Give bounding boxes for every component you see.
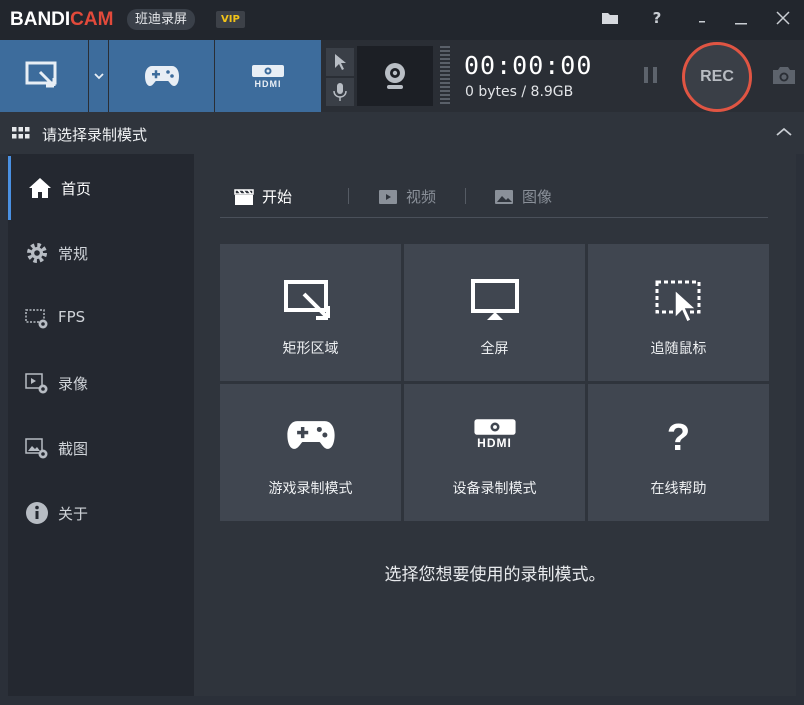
vip-badge[interactable]: VIP: [216, 11, 245, 28]
chevron-down-icon: [93, 73, 104, 80]
picture-icon: [495, 189, 513, 204]
section-title: 请选择录制模式: [42, 126, 148, 144]
hdmi-label: HDMI: [254, 78, 282, 89]
tile-label: 设备录制模式: [452, 481, 537, 497]
tab-start[interactable]: 开始: [234, 186, 292, 207]
fps-icon: [25, 306, 49, 330]
video-settings-icon: [25, 371, 49, 395]
hdmi-icon: HDMI: [471, 418, 519, 450]
tab-label: 图像: [522, 188, 553, 206]
device-mode-button[interactable]: HDMI: [215, 40, 321, 112]
microphone-toggle-button[interactable]: [326, 78, 354, 106]
pause-icon: [644, 67, 657, 83]
mode-grid: 矩形区域 全屏 追随鼠标 游戏录制模式 HDMI 设备录制模式 ? 在线帮助: [220, 244, 769, 521]
mode-dropdown-button[interactable]: [89, 40, 108, 112]
app-logo: BANDICAM: [10, 9, 114, 30]
tile-label: 游戏录制模式: [268, 481, 353, 497]
hdmi-icon-label: HDMI: [477, 436, 512, 450]
gamepad-icon: [286, 421, 335, 449]
sidebar-item-video[interactable]: 录像: [8, 351, 194, 415]
help-icon[interactable]: ?: [645, 6, 669, 30]
sidebar-item-label: 常规: [58, 245, 89, 263]
info-icon: [25, 501, 49, 525]
sidebar-item-screenshot[interactable]: 截图: [8, 416, 194, 480]
tile-device-mode[interactable]: HDMI 设备录制模式: [404, 384, 585, 521]
tile-rectangle-area[interactable]: 矩形区域: [220, 244, 401, 381]
title-bar: BANDICAM 班迪录屏 VIP ?: [0, 0, 804, 40]
sidebar-item-general[interactable]: 常规: [8, 221, 194, 285]
tile-label: 全屏: [480, 341, 509, 357]
tab-bar: 开始 视频 图像: [220, 182, 768, 218]
gear-icon: [25, 241, 49, 265]
tab-divider: [348, 188, 349, 204]
tile-label: 矩形区域: [282, 341, 339, 357]
minimize-icon[interactable]: [729, 6, 753, 30]
tile-fullscreen[interactable]: 全屏: [404, 244, 585, 381]
rectangle-mode-button[interactable]: [0, 40, 88, 112]
gamepad-icon: [144, 66, 179, 86]
monitor-icon: [470, 279, 519, 320]
cursor-toggle-button[interactable]: [326, 48, 354, 76]
pause-button[interactable]: [641, 66, 661, 84]
rectangle-area-icon: [25, 61, 57, 88]
sidebar: 首页 常规 FPS 录像 截图 关于: [8, 154, 194, 696]
tab-video[interactable]: 视频: [378, 186, 436, 207]
sidebar-item-about[interactable]: 关于: [8, 481, 194, 545]
tab-image[interactable]: 图像: [494, 186, 552, 207]
level-meter: [440, 46, 450, 106]
tile-follow-cursor[interactable]: 追随鼠标: [588, 244, 769, 381]
home-icon: [28, 176, 52, 200]
camera-icon: [773, 67, 795, 84]
close-icon[interactable]: [771, 6, 795, 30]
rectangle-area-icon: [283, 280, 330, 320]
tile-game-mode[interactable]: 游戏录制模式: [220, 384, 401, 521]
recording-size: 0 bytes / 8.9GB: [465, 84, 574, 100]
screenshot-button[interactable]: [771, 64, 797, 86]
hdmi-icon: [252, 64, 284, 77]
sidebar-item-label: 首页: [61, 180, 92, 198]
sidebar-item-fps[interactable]: FPS: [8, 286, 194, 350]
question-icon: ?: [666, 417, 691, 459]
window-bottom-edge: [0, 696, 804, 705]
mode-hint-text: 选择您想要使用的录制模式。: [384, 565, 606, 585]
sidebar-item-label: FPS: [58, 308, 86, 326]
tab-label: 视频: [406, 188, 437, 206]
webcam-toggle-button[interactable]: [357, 46, 433, 106]
rec-button[interactable]: REC: [682, 42, 752, 112]
clapper-icon: [234, 188, 254, 205]
product-name-badge: 班迪录屏: [127, 9, 196, 30]
chevron-up-icon[interactable]: [776, 127, 792, 137]
play-icon: [379, 189, 397, 204]
sidebar-item-label: 录像: [58, 375, 89, 393]
mode-section-header: 请选择录制模式: [0, 112, 804, 154]
image-settings-icon: [25, 436, 49, 460]
main-panel: 开始 视频 图像 矩形区域 全屏 追随鼠标 游戏录制模式 HDMI 设备录制模式…: [194, 154, 796, 696]
tile-label: 追随鼠标: [650, 341, 707, 357]
sidebar-item-label: 关于: [58, 505, 89, 523]
minimize-small-icon[interactable]: [690, 6, 714, 30]
microphone-icon: [333, 83, 347, 101]
cursor-follow-icon: [655, 280, 700, 324]
sidebar-item-home[interactable]: 首页: [8, 156, 194, 220]
game-mode-button[interactable]: [109, 40, 214, 112]
tab-divider: [465, 188, 466, 204]
cursor-icon: [335, 54, 346, 70]
folder-icon[interactable]: [598, 6, 622, 30]
tile-online-help[interactable]: ? 在线帮助: [588, 384, 769, 521]
grid-icon: [12, 127, 30, 139]
recording-timer: 00:00:00: [464, 51, 593, 80]
tile-label: 在线帮助: [650, 481, 707, 497]
sidebar-item-label: 截图: [58, 440, 89, 458]
tab-label: 开始: [262, 188, 293, 206]
webcam-icon: [385, 63, 405, 89]
